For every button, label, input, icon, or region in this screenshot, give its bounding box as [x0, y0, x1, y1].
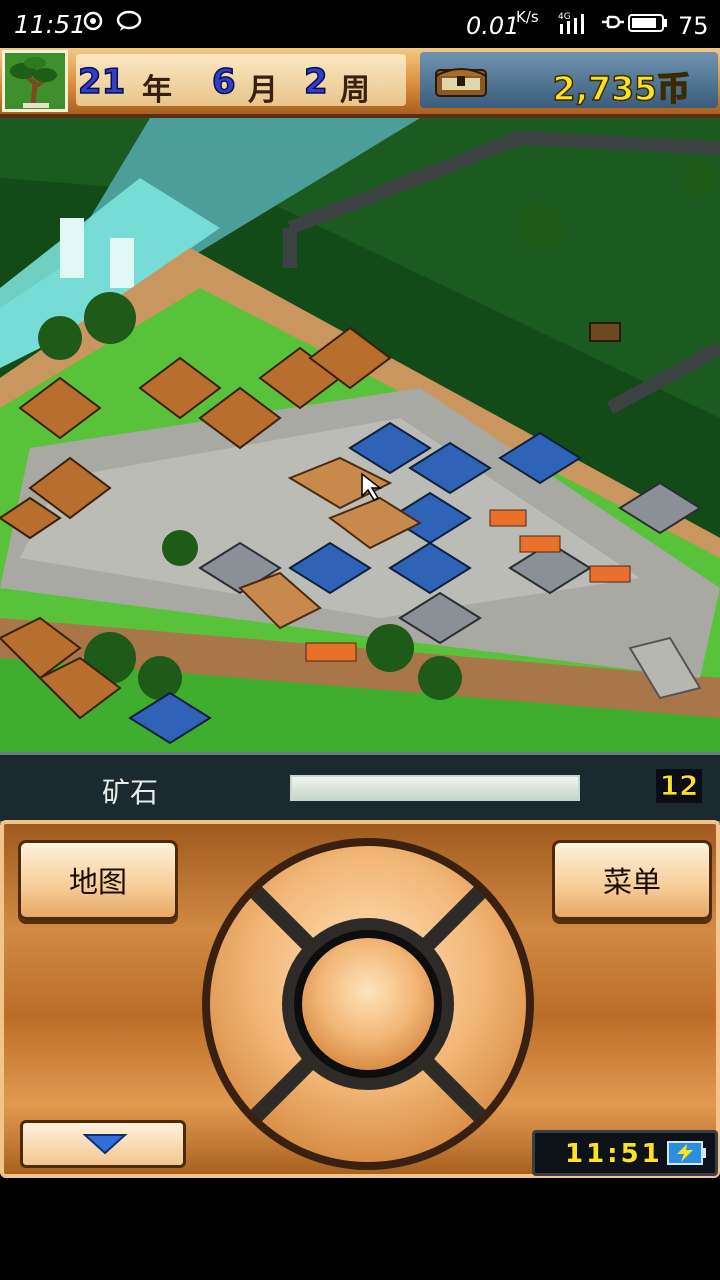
resource-bar: 矿石 12	[0, 752, 720, 824]
game-header: 21 年 6 月 2 周 2,735币	[0, 48, 720, 118]
month-label: 月	[248, 73, 278, 108]
signal-icon: 4G	[558, 12, 584, 34]
week-number: 2	[303, 61, 328, 103]
town-map[interactable]	[0, 118, 720, 752]
dpad-center-button[interactable]	[302, 938, 434, 1070]
year-number: 21	[77, 61, 126, 103]
chevron-down-icon	[82, 1134, 128, 1155]
money-panel: 2,735币	[420, 52, 718, 109]
charging-plug-icon	[602, 15, 624, 29]
network-speed: 0.01	[466, 12, 520, 40]
map-scene[interactable]	[0, 118, 720, 752]
bottom-letterbox	[0, 1178, 720, 1280]
battery-charging-icon	[667, 1141, 706, 1165]
directional-pad[interactable]	[198, 834, 538, 1174]
status-time: 11:51	[14, 10, 87, 39]
year-label: 年	[142, 73, 172, 108]
bonsai-tree-icon[interactable]	[2, 50, 68, 112]
week-label: 周	[340, 73, 370, 108]
resource-progress-track	[290, 775, 580, 801]
chat-bubble-icon	[116, 10, 142, 31]
status-bar: 11:51 0.01 K/s 4G 75	[0, 0, 720, 48]
settings-gear-icon	[83, 11, 103, 31]
game-clock: 11:51	[532, 1130, 718, 1176]
treasure-chest-icon	[435, 68, 487, 97]
clock-time: 11:51	[565, 1139, 663, 1169]
money-amount: 2,735币	[552, 68, 691, 109]
month-number: 6	[211, 61, 236, 103]
resource-progress-fill	[292, 777, 578, 799]
battery-icon	[628, 14, 667, 32]
control-panel: 地图 菜单 11:51	[0, 820, 720, 1178]
scroll-down-button[interactable]	[20, 1120, 186, 1168]
network-speed-unit: K/s	[516, 8, 539, 26]
resource-label: 矿石	[102, 776, 159, 809]
network-type-label: 4G	[558, 12, 571, 22]
battery-level: 75	[678, 12, 709, 40]
menu-button[interactable]: 菜单	[552, 840, 712, 920]
map-button[interactable]: 地图	[18, 840, 178, 920]
resource-count: 12	[656, 769, 702, 803]
game-date: 21 年 6 月 2 周	[76, 54, 406, 108]
